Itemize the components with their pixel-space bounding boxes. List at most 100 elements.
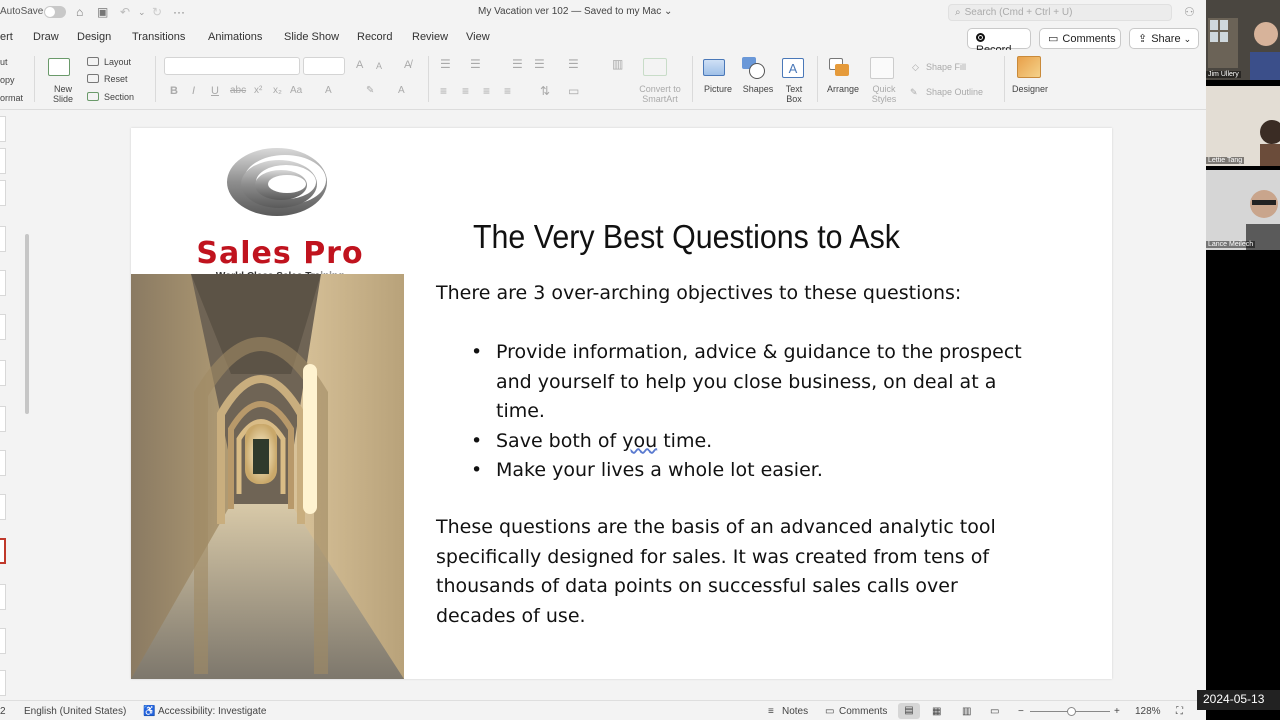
more-icon[interactable]: ··· bbox=[173, 5, 185, 19]
tab-transitions[interactable]: Transitions bbox=[132, 31, 185, 43]
tab-review[interactable]: Review bbox=[412, 31, 448, 43]
font-size-select[interactable] bbox=[303, 57, 345, 75]
slide-thumbnail-selected[interactable] bbox=[0, 538, 6, 564]
slide-thumbnail[interactable] bbox=[0, 670, 6, 696]
picture-button[interactable]: Picture bbox=[700, 84, 736, 94]
change-case-icon[interactable]: Aa bbox=[290, 86, 302, 96]
fit-slide-icon[interactable]: ⛶ bbox=[1176, 706, 1183, 717]
reset-button[interactable]: Reset bbox=[104, 74, 128, 84]
notes-button[interactable]: Notes bbox=[782, 706, 808, 717]
slide-canvas[interactable]: Sales Pro World Class Sales Training bbox=[131, 128, 1112, 679]
comments-button[interactable]: ▭ Comments bbox=[1039, 28, 1121, 49]
tab-view[interactable]: View bbox=[466, 31, 490, 43]
tab-slide-show[interactable]: Slide Show bbox=[284, 31, 339, 43]
accessibility-status[interactable]: Accessibility: Investigate bbox=[158, 706, 266, 717]
tab-animations[interactable]: Animations bbox=[208, 31, 262, 43]
slide-thumbnail[interactable] bbox=[0, 450, 6, 476]
numbering-icon[interactable]: ☰ bbox=[470, 58, 481, 70]
clear-formatting-icon[interactable]: A̸ bbox=[404, 60, 411, 71]
tab-insert[interactable]: ert bbox=[0, 31, 13, 43]
layout-button[interactable]: Layout bbox=[104, 57, 131, 67]
shape-outline-button[interactable]: Shape Outline bbox=[926, 87, 983, 97]
align-text-icon[interactable]: ▭ bbox=[568, 85, 579, 97]
line-spacing-icon[interactable]: ☰ bbox=[568, 58, 579, 70]
increase-font-icon[interactable]: A bbox=[356, 60, 363, 71]
redo-icon[interactable]: ↻ bbox=[152, 5, 162, 19]
bullets-icon[interactable]: ☰ bbox=[440, 58, 451, 70]
decrease-indent-icon[interactable]: ☰ bbox=[512, 58, 523, 70]
columns-icon[interactable]: ▥ bbox=[612, 58, 623, 70]
convert-smartart-label-1[interactable]: Convert to bbox=[632, 84, 688, 94]
tab-record[interactable]: Record bbox=[357, 31, 392, 43]
participant-tile[interactable]: Jim Ullery bbox=[1206, 0, 1280, 80]
slide-thumbnail[interactable] bbox=[0, 494, 6, 520]
decrease-font-icon[interactable]: A bbox=[376, 61, 382, 71]
spelling-mark[interactable]: you bbox=[622, 430, 657, 452]
slide-thumbnail[interactable] bbox=[0, 226, 6, 252]
slide-show-icon[interactable]: ▭ bbox=[990, 706, 999, 717]
convert-smartart-label-2[interactable]: SmartArt bbox=[632, 94, 688, 104]
shape-fill-button[interactable]: Shape Fill bbox=[926, 62, 966, 72]
shapes-button[interactable]: Shapes bbox=[740, 84, 776, 94]
arrange-button[interactable]: Arrange bbox=[823, 84, 863, 94]
share-button[interactable]: ⇪ Share ⌄ bbox=[1129, 28, 1199, 49]
search-input[interactable]: ⌕ Search (Cmd + Ctrl + U) bbox=[948, 4, 1172, 21]
zoom-in-icon[interactable]: + bbox=[1114, 706, 1120, 717]
quick-styles-label-1[interactable]: Quick bbox=[864, 84, 904, 94]
undo-dropdown-icon[interactable]: ⌄ bbox=[138, 7, 146, 18]
document-title[interactable]: My Vacation ver 102 — Saved to my Mac ⌄ bbox=[478, 6, 672, 17]
align-right-icon[interactable]: ≡ bbox=[483, 85, 490, 97]
justify-icon[interactable]: ≡ bbox=[504, 85, 511, 97]
language-indicator[interactable]: English (United States) bbox=[24, 706, 126, 717]
slide-thumbnail[interactable] bbox=[0, 116, 6, 142]
strikethrough-icon[interactable]: abc bbox=[230, 86, 246, 96]
slide-thumbnail[interactable] bbox=[0, 180, 6, 206]
thumbnails-scrollbar[interactable] bbox=[25, 234, 29, 414]
quick-styles-label-2[interactable]: Styles bbox=[864, 94, 904, 104]
font-family-select[interactable] bbox=[164, 57, 300, 75]
superscript-icon[interactable]: x² bbox=[254, 86, 262, 96]
slide-thumbnail[interactable] bbox=[0, 628, 6, 654]
participant-tile[interactable]: Lance Meilech bbox=[1206, 170, 1280, 250]
bold-icon[interactable]: B bbox=[170, 86, 178, 97]
comments-status-button[interactable]: Comments bbox=[839, 706, 887, 717]
section-button[interactable]: Section bbox=[104, 92, 134, 102]
zoom-out-icon[interactable]: − bbox=[1018, 706, 1024, 717]
format-painter-button[interactable]: ormat bbox=[0, 93, 23, 103]
tab-design[interactable]: Design bbox=[77, 31, 111, 43]
slide-thumbnail[interactable] bbox=[0, 270, 6, 296]
copy-button[interactable]: opy bbox=[0, 75, 15, 85]
cut-button[interactable]: ut bbox=[0, 57, 8, 67]
home-icon[interactable]: ⌂ bbox=[76, 5, 83, 19]
slide-thumbnail[interactable] bbox=[0, 360, 6, 386]
autosave-toggle[interactable] bbox=[44, 6, 66, 18]
share-people-icon[interactable]: ⚇ bbox=[1184, 5, 1195, 19]
zoom-level[interactable]: 128% bbox=[1135, 706, 1161, 717]
zoom-slider-thumb[interactable] bbox=[1067, 707, 1076, 716]
save-icon[interactable]: ▣ bbox=[97, 5, 108, 19]
text-box-label-1[interactable]: Text bbox=[776, 84, 812, 94]
participant-tile[interactable]: Lettie Tang bbox=[1206, 86, 1280, 166]
increase-indent-icon[interactable]: ☰ bbox=[534, 58, 545, 70]
undo-icon[interactable]: ↶ bbox=[120, 5, 130, 19]
italic-icon[interactable]: I bbox=[192, 86, 195, 97]
slide-thumbnail[interactable] bbox=[0, 314, 6, 340]
slide-thumbnail[interactable] bbox=[0, 148, 6, 174]
reading-view-icon[interactable]: ▥ bbox=[962, 706, 971, 717]
align-left-icon[interactable]: ≡ bbox=[440, 85, 447, 97]
slide-thumbnail[interactable] bbox=[0, 406, 6, 432]
slide-sorter-icon[interactable]: ▦ bbox=[932, 706, 941, 717]
slide-thumbnail[interactable] bbox=[0, 584, 6, 610]
designer-button[interactable]: Designer bbox=[1008, 84, 1052, 94]
font-color-icon[interactable]: A bbox=[325, 86, 332, 96]
subscript-icon[interactable]: x₂ bbox=[273, 86, 282, 96]
highlight-icon[interactable]: ✎ bbox=[366, 86, 374, 96]
tab-draw[interactable]: Draw bbox=[33, 31, 59, 43]
underline-icon[interactable]: U bbox=[211, 86, 219, 97]
text-box-label-2[interactable]: Box bbox=[776, 94, 812, 104]
normal-view-icon[interactable]: ▤ bbox=[898, 703, 920, 719]
text-color-icon[interactable]: A bbox=[398, 86, 405, 96]
record-button[interactable]: Record bbox=[967, 28, 1031, 56]
align-center-icon[interactable]: ≡ bbox=[462, 85, 469, 97]
text-direction-icon[interactable]: ⇅ bbox=[540, 85, 550, 97]
